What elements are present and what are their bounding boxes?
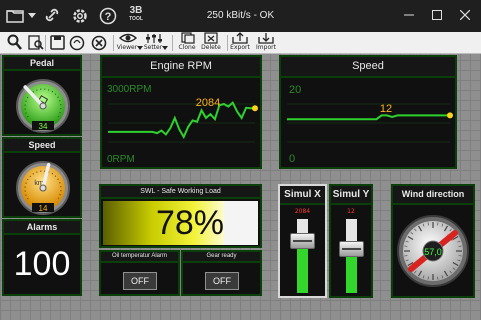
rpm-ymin-label: 0RPM [107,154,135,165]
rpm-ymax-label: 3000RPM [107,84,151,95]
simul-y-slider-handle[interactable] [339,240,364,257]
speed-chart-title: Speed [281,57,455,78]
simul-y-title: Simul Y [331,186,371,205]
pedal-panel: Pedal 34 [2,55,82,136]
viewer-label[interactable]: Viewer [116,44,138,51]
simul-x-slider-handle[interactable] [290,233,315,250]
setter-dropdown-icon[interactable] [162,32,168,54]
simul-y-value: 12 [347,208,355,215]
import-label[interactable]: Import [254,44,278,51]
wind-direction-panel: Wind direction 57,0 [391,184,475,298]
export-label[interactable]: Export [229,44,251,51]
swl-bar: 78% [103,201,258,245]
simul-y-panel: Simul Y 12 [329,184,373,298]
simul-x-panel: Simul X 2084 [278,184,327,298]
speed-line-chart[interactable]: 20 0 12 [283,79,453,165]
wind-direction-title: Wind direction [393,186,473,205]
title-bar: ? 3B TOOL 250 kBit/s - OK [0,0,481,32]
find-in-file-icon[interactable] [27,32,45,54]
wind-value: 57,0 [424,247,442,257]
engine-rpm-title: Engine RPM [102,57,260,78]
minimize-icon[interactable] [404,10,414,20]
alarms-value: 100 [13,245,71,283]
oil-temp-title: Oil temperatur Alarm [101,252,178,263]
engine-rpm-chart[interactable]: 3000RPM 0RPM 2084 [104,79,258,165]
close-icon[interactable] [91,32,109,54]
alarms-title: Alarms [4,221,80,235]
delete-label[interactable]: Delete [200,44,222,51]
gear-ready-title: Gear ready [183,252,260,263]
pedal-value: 34 [39,122,48,131]
rpm-series-line [108,101,255,140]
toolbar: Viewer Setter Clone Delete Export Import [0,32,481,54]
speed-series-line [287,114,450,121]
speed-current-label: 12 [380,103,392,115]
speed-current-point [447,112,453,119]
speed-gauge[interactable]: km 14 [10,157,76,215]
search-icon[interactable] [6,32,24,54]
gear-ready-panel: Gear ready OFF [181,250,262,296]
gear-ready-off-button[interactable]: OFF [205,272,239,290]
close-window-icon[interactable] [460,10,470,20]
swl-value: 78% [155,204,224,242]
oil-temp-off-button[interactable]: OFF [123,272,157,290]
oil-temp-panel: Oil temperatur Alarm OFF [99,250,180,296]
engine-rpm-panel: Engine RPM 3000RPM 0RPM 2084 [100,55,262,169]
clone-label[interactable]: Clone [176,44,198,51]
speed-chart-panel: Speed 20 0 12 [279,55,457,169]
simul-x-value: 2084 [294,208,311,215]
pedal-title: Pedal [4,57,80,71]
speed-gauge-title: Speed [4,139,80,153]
pedal-gauge[interactable]: 34 [10,75,76,133]
alarms-panel: Alarms 100 [2,219,82,296]
swl-title: SWL - Safe Working Load [101,186,260,199]
speed-ymin-label: 0 [289,153,295,165]
swl-panel: SWL - Safe Working Load 78% [99,184,262,248]
speed-ymax-label: 20 [289,84,301,96]
simul-x-title: Simul X [280,186,325,205]
setter-label[interactable]: Setter [142,44,164,51]
maximize-icon[interactable] [432,10,442,20]
simul-x-track [297,219,308,293]
speed-gauge-value: 14 [39,204,48,213]
rpm-current-label: 2084 [196,97,220,109]
rpm-current-point [252,105,258,112]
speed-gauge-panel: Speed km 14 [2,137,82,218]
save-status-icon[interactable] [69,32,87,54]
save-icon[interactable] [50,32,66,54]
wind-compass[interactable]: 57,0 [395,208,471,294]
